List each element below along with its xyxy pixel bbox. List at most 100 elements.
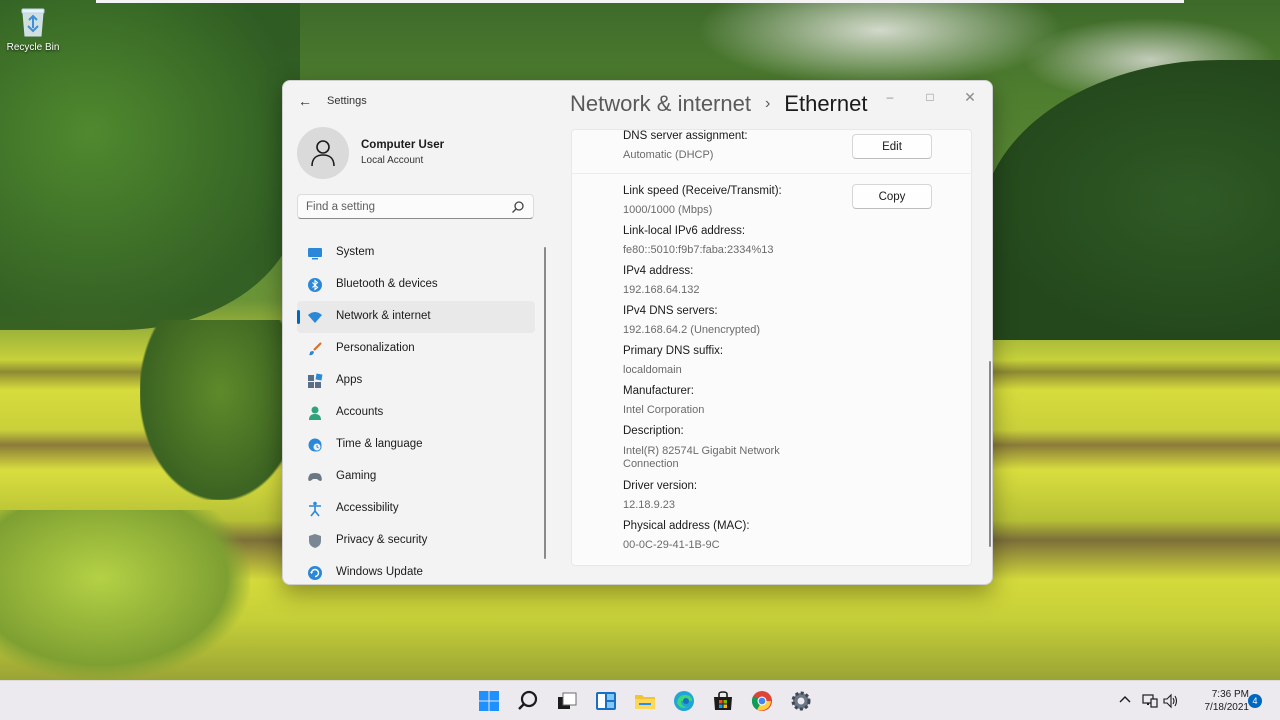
page-title: Ethernet — [784, 91, 868, 116]
globe-clock-icon — [308, 438, 322, 452]
apps-icon — [308, 373, 323, 388]
property-label: IPv4 address: — [623, 265, 694, 277]
gamepad-icon — [308, 473, 322, 481]
shield-icon — [309, 534, 321, 548]
sidebar-item-label: Network & internet — [336, 310, 431, 322]
property-label: Physical address (MAC): — [623, 520, 750, 532]
back-button[interactable]: ← — [295, 91, 315, 111]
person-icon — [311, 140, 335, 167]
property-ipv4-dns: IPv4 DNS servers: 192.168.64.2 (Unencryp… — [623, 305, 760, 336]
close-button[interactable]: ✕ — [960, 87, 980, 107]
sidebar-item-accessibility[interactable]: Accessibility — [297, 493, 535, 525]
sidebar-item-label: Time & language — [336, 438, 423, 450]
volume-icon[interactable] — [1163, 693, 1179, 709]
property-value[interactable]: fe80::5010:f9b7:faba:2334%13 — [623, 244, 773, 256]
recycle-bin-shortcut[interactable]: Recycle Bin — [4, 6, 62, 53]
sidebar-nav: System Bluetooth & devices Network & int… — [297, 237, 537, 584]
file-explorer-icon[interactable] — [633, 689, 657, 713]
wifi-icon — [308, 312, 322, 323]
sidebar-item-gaming[interactable]: Gaming — [297, 461, 535, 493]
search-box[interactable] — [297, 194, 534, 219]
search-input[interactable] — [306, 199, 506, 215]
property-label: DNS server assignment: — [623, 130, 748, 142]
property-label: Primary DNS suffix: — [623, 345, 724, 357]
network-icon[interactable] — [1142, 693, 1158, 709]
sidebar-item-windows-update[interactable]: Windows Update — [297, 557, 535, 584]
property-value: Automatic (DHCP) — [623, 149, 714, 161]
sidebar-item-label: System — [336, 246, 375, 258]
wallpaper-forest — [980, 60, 1280, 340]
back-arrow-icon: ← — [298, 93, 312, 109]
sidebar-item-label: Accessibility — [336, 502, 399, 514]
taskbar: 7:36 PM 7/18/2021 4 — [0, 680, 1280, 720]
sidebar-scrollbar[interactable] — [544, 247, 546, 559]
sidebar-item-system[interactable]: System — [297, 237, 535, 269]
property-dns-suffix: Primary DNS suffix: localdomain — [623, 345, 723, 376]
search-icon[interactable] — [511, 200, 525, 214]
recycle-bin-icon — [20, 6, 46, 38]
sidebar-item-privacy[interactable]: Privacy & security — [297, 525, 535, 557]
property-label: Manufacturer: — [623, 385, 694, 397]
sidebar-item-label: Gaming — [336, 470, 377, 482]
property-label: Driver version: — [623, 480, 698, 492]
property-label: Description: — [623, 425, 684, 437]
property-value[interactable]: 192.168.64.2 (Unencrypted) — [623, 324, 760, 336]
property-value[interactable]: 00-0C-29-41-1B-9C — [623, 539, 750, 551]
avatar — [297, 127, 349, 179]
property-value[interactable]: 1000/1000 (Mbps) — [623, 204, 782, 216]
chrome-icon[interactable] — [750, 689, 774, 713]
store-icon[interactable] — [711, 689, 735, 713]
property-label: Link-local IPv6 address: — [623, 225, 746, 237]
wallpaper-bush — [0, 510, 250, 680]
sidebar-item-label: Personalization — [336, 342, 415, 354]
property-ipv4-address: IPv4 address: 192.168.64.132 — [623, 265, 699, 296]
account-type: Local Account — [361, 155, 424, 166]
notification-badge[interactable]: 4 — [1248, 694, 1262, 708]
accessibility-icon — [309, 501, 321, 517]
widgets-icon[interactable] — [594, 689, 618, 713]
person-icon — [309, 406, 321, 420]
property-ipv6-address: Link-local IPv6 address: fe80::5010:f9b7… — [623, 225, 773, 256]
edit-button[interactable]: Edit — [852, 134, 932, 159]
sidebar-item-label: Apps — [336, 374, 363, 386]
sidebar-item-personalization[interactable]: Personalization — [297, 333, 535, 365]
sidebar-item-accounts[interactable]: Accounts — [297, 397, 535, 429]
user-name: Computer User — [361, 139, 445, 151]
maximize-button[interactable]: □ — [920, 87, 940, 107]
clock-time: 7:36 PM — [1211, 689, 1249, 700]
sidebar-item-bluetooth[interactable]: Bluetooth & devices — [297, 269, 535, 301]
start-icon[interactable] — [477, 689, 501, 713]
property-manufacturer: Manufacturer: Intel Corporation — [623, 385, 704, 416]
sidebar-item-time-language[interactable]: Time & language — [297, 429, 535, 461]
edge-browser-icon[interactable] — [672, 689, 696, 713]
settings-gear-icon[interactable] — [789, 689, 813, 713]
sidebar-item-label: Bluetooth & devices — [336, 278, 438, 290]
brush-icon — [309, 342, 322, 356]
system-icon — [308, 248, 322, 260]
property-link-speed: Link speed (Receive/Transmit): 1000/1000… — [623, 185, 782, 216]
app-title: Settings — [327, 95, 367, 107]
chevron-up-icon[interactable] — [1118, 693, 1132, 707]
minimize-button[interactable]: – — [880, 87, 900, 107]
property-description: Description: Intel(R) 82574L Gigabit Net… — [623, 425, 780, 470]
task-view-icon[interactable] — [555, 689, 579, 713]
content-divider — [571, 173, 972, 174]
search-icon[interactable] — [516, 689, 540, 713]
sidebar-item-network[interactable]: Network & internet — [297, 301, 535, 333]
content-scrollbar[interactable] — [989, 361, 991, 547]
sidebar-item-label: Windows Update — [336, 566, 423, 578]
update-icon — [308, 566, 322, 580]
breadcrumb-parent[interactable]: Network & internet — [570, 91, 751, 116]
recycle-bin-label: Recycle Bin — [6, 42, 60, 53]
property-value[interactable]: 12.18.9.23 — [623, 499, 697, 511]
property-value[interactable]: localdomain — [623, 364, 723, 376]
property-value[interactable]: 192.168.64.132 — [623, 284, 699, 296]
property-value[interactable]: Intel(R) 82574L Gigabit Network — [623, 445, 780, 457]
clock[interactable]: 7:36 PM 7/18/2021 — [1189, 688, 1250, 714]
property-value-continued[interactable]: Connection — [623, 458, 780, 470]
property-label: IPv4 DNS servers: — [623, 305, 718, 317]
property-value[interactable]: Intel Corporation — [623, 404, 704, 416]
sidebar-item-apps[interactable]: Apps — [297, 365, 535, 397]
sidebar-item-label: Privacy & security — [336, 534, 428, 546]
copy-button[interactable]: Copy — [852, 184, 932, 209]
